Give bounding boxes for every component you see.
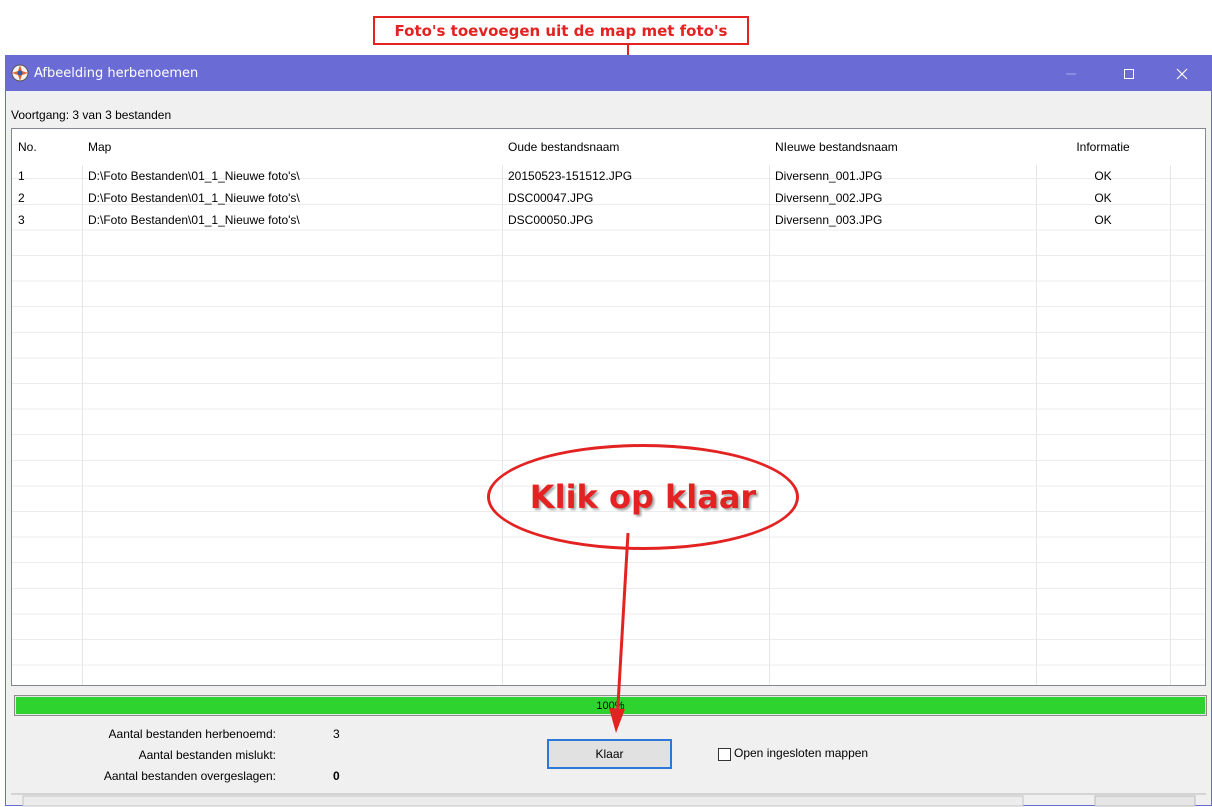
app-icon xyxy=(11,64,29,82)
cell-map: D:\Foto Bestanden\01_1_Nieuwe foto's\ xyxy=(88,191,300,205)
cell-map: D:\Foto Bestanden\01_1_Nieuwe foto's\ xyxy=(88,213,300,227)
column-header-new-name[interactable]: NIeuwe bestandsnaam xyxy=(769,129,1036,165)
cell-new-name: Diversenn_001.JPG xyxy=(775,169,883,183)
klaar-button[interactable]: Klaar xyxy=(547,739,672,769)
table-row[interactable]: 1 D:\Foto Bestanden\01_1_Nieuwe foto's\ … xyxy=(12,165,1205,187)
cell-map: D:\Foto Bestanden\01_1_Nieuwe foto's\ xyxy=(88,169,300,183)
window-title: Afbeelding herbenoemen xyxy=(34,66,199,81)
minimize-button[interactable] xyxy=(1048,56,1094,91)
title-bar[interactable]: Afbeelding herbenoemen xyxy=(6,56,1211,91)
cell-old-name: DSC00047.JPG xyxy=(508,191,594,205)
stat-renamed-label: Aantal bestanden herbenoemd: xyxy=(108,727,276,741)
cell-no: 2 xyxy=(18,191,25,205)
cell-old-name: 20150523-151512.JPG xyxy=(508,169,633,183)
cell-no: 1 xyxy=(18,169,25,183)
rename-results-table[interactable]: No. Map Oude bestandsnaam NIeuwe bestand… xyxy=(11,128,1206,686)
open-folders-label[interactable]: Open ingesloten mappen xyxy=(734,746,868,760)
cell-new-name: Diversenn_003.JPG xyxy=(775,213,883,227)
cell-old-name: DSC00050.JPG xyxy=(508,213,594,227)
cell-no: 3 xyxy=(18,213,25,227)
minimize-icon xyxy=(1066,73,1076,74)
close-icon xyxy=(1176,68,1188,79)
stat-renamed-value: 3 xyxy=(333,727,340,741)
stat-skipped-value: 0 xyxy=(333,769,340,783)
cell-new-name: Diversenn_002.JPG xyxy=(775,191,883,205)
close-button[interactable] xyxy=(1159,56,1205,91)
maximize-icon xyxy=(1124,68,1134,79)
annotation-ellipse-text: Klik op klaar xyxy=(529,478,757,516)
progress-bar-label: 100% xyxy=(596,699,625,712)
annotation-ellipse: Klik op klaar xyxy=(487,444,799,550)
cell-info: OK xyxy=(1094,169,1112,183)
cell-info: OK xyxy=(1094,213,1112,227)
progress-status-text: Voortgang: 3 van 3 bestanden xyxy=(11,108,172,122)
cell-info: OK xyxy=(1094,191,1112,205)
open-folders-checkbox[interactable] xyxy=(718,748,731,761)
stat-skipped-label: Aantal bestanden overgeslagen: xyxy=(103,769,276,783)
rename-dialog: Afbeelding herbenoemen Voortgang: 3 van … xyxy=(5,55,1212,807)
column-header-no[interactable]: No. xyxy=(12,129,82,165)
column-header-map[interactable]: Map xyxy=(82,129,502,165)
table-row[interactable]: 2 D:\Foto Bestanden\01_1_Nieuwe foto's\ … xyxy=(12,187,1205,209)
column-header-old-name[interactable]: Oude bestandsnaam xyxy=(502,129,769,165)
table-row[interactable]: 3 D:\Foto Bestanden\01_1_Nieuwe foto's\ … xyxy=(12,209,1205,231)
annotation-callout-text: Foto's toevoegen uit de map met foto's xyxy=(394,21,728,40)
background-window-strip xyxy=(11,793,1206,807)
stat-failed-label: Aantal bestanden mislukt: xyxy=(138,748,276,762)
table-header-row: No. Map Oude bestandsnaam NIeuwe bestand… xyxy=(12,129,1205,165)
annotation-callout: Foto's toevoegen uit de map met foto's xyxy=(373,16,749,45)
column-header-info[interactable]: Informatie xyxy=(1036,129,1170,165)
maximize-button[interactable] xyxy=(1106,56,1152,91)
progress-bar: 100% xyxy=(14,695,1207,716)
